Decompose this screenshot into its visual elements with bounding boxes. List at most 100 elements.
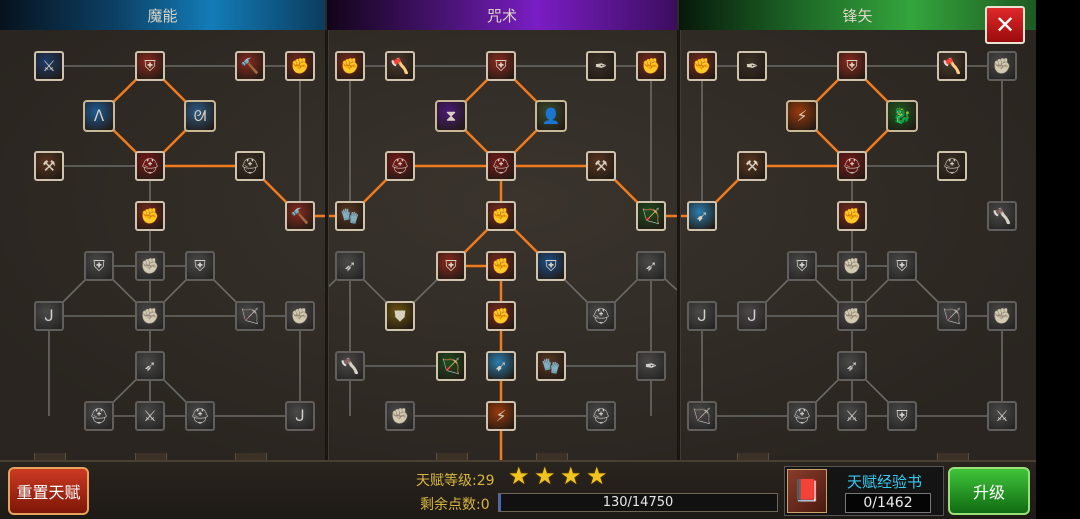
talent-node[interactable]: 👤 bbox=[535, 100, 567, 132]
talent-node[interactable]: 🔨 bbox=[285, 201, 315, 231]
talent-node[interactable]: ✊ bbox=[837, 201, 867, 231]
red-fist-icon: ✊ bbox=[842, 206, 862, 225]
xp-book-panel[interactable]: 📕 天赋经验书 0/1462 bbox=[784, 466, 944, 516]
talent-node[interactable]: ⛑ bbox=[837, 151, 867, 181]
talent-node[interactable]: ᐱ bbox=[83, 100, 115, 132]
talent-node[interactable]: 🐉 bbox=[886, 100, 918, 132]
talent-node[interactable]: ➶ bbox=[335, 251, 365, 281]
talent-node[interactable]: 🪓 bbox=[335, 351, 365, 381]
talent-node[interactable]: ✊ bbox=[335, 51, 365, 81]
talent-node[interactable]: 🏹 bbox=[937, 301, 967, 331]
tab-arrow[interactable]: 锋矢 bbox=[679, 0, 1036, 30]
talent-node[interactable]: ➶ bbox=[837, 351, 867, 381]
talent-node[interactable]: 🏹 bbox=[436, 351, 466, 381]
talent-node[interactable]: ⛨ bbox=[787, 251, 817, 281]
red-helm-icon: ⛑ bbox=[942, 156, 962, 175]
talent-node[interactable]: ᒍ bbox=[737, 301, 767, 331]
gold-armor-icon: ⛊ bbox=[394, 306, 406, 325]
crossed-blades-icon: ⚔ bbox=[845, 406, 859, 425]
talent-node[interactable]: ➹ bbox=[687, 201, 717, 231]
talent-node[interactable]: ⛑ bbox=[937, 151, 967, 181]
talent-node[interactable]: ⛨ bbox=[436, 251, 466, 281]
talent-node[interactable]: ⚔ bbox=[135, 401, 165, 431]
talent-node[interactable]: ⚔ bbox=[34, 51, 64, 81]
talent-node[interactable]: 🏹 bbox=[235, 301, 265, 331]
talent-node[interactable]: ⛑ bbox=[787, 401, 817, 431]
talent-node[interactable]: 🪓 bbox=[987, 201, 1017, 231]
talent-node[interactable]: ᒍ bbox=[34, 301, 64, 331]
talent-node[interactable]: ⛑ bbox=[486, 151, 516, 181]
talent-node[interactable]: ⛨ bbox=[887, 251, 917, 281]
dark-hook-icon: ᒍ bbox=[44, 306, 54, 325]
talent-node[interactable]: ✊ bbox=[636, 51, 666, 81]
wooden-club-icon: ⚒ bbox=[42, 156, 56, 175]
talent-node[interactable]: 🪓 bbox=[385, 51, 415, 81]
talent-node[interactable]: ⛨ bbox=[887, 401, 917, 431]
tab-curse[interactable]: 咒术 bbox=[327, 0, 677, 30]
talent-node[interactable]: ᘛ bbox=[184, 100, 216, 132]
red-hammer-icon: 🔨 bbox=[290, 206, 310, 225]
talent-node[interactable]: ✊ bbox=[135, 251, 165, 281]
talent-node[interactable]: ✊ bbox=[687, 51, 717, 81]
talent-node[interactable]: 🧤 bbox=[536, 351, 566, 381]
talent-node[interactable]: ✊ bbox=[987, 301, 1017, 331]
talent-node[interactable]: ⧗ bbox=[435, 100, 467, 132]
talent-node[interactable]: ✊ bbox=[285, 301, 315, 331]
talent-tree-area[interactable]: ⚔ ⛨ 🔨 ✊ ᐱ ᘛ ⚒ ⛑ ⛑ ✊ 🔨 ⛨ ✊ ⛨ ᒍ ✊ 🏹 ✊ ➶ ⛑ ⚔ ⛑ ᒍ ✊ 🪓 ⛨ ✒ ✊ ⧗ 👤 ⛑ ⛑ ⚒ 🧤 ✊ 🏹 ➶ ⛨ ✊ ⛨… bbox=[0, 30, 1036, 462]
talent-node[interactable]: ✒ bbox=[586, 51, 616, 81]
talent-node[interactable]: ✊ bbox=[837, 301, 867, 331]
talent-node[interactable]: ✊ bbox=[135, 201, 165, 231]
talent-node[interactable]: ⛨ bbox=[837, 51, 867, 81]
talent-node[interactable]: ⛊ bbox=[385, 301, 415, 331]
talent-node[interactable]: ⛑ bbox=[235, 151, 265, 181]
talent-node[interactable]: ✊ bbox=[486, 251, 516, 281]
talent-node[interactable]: 🪓 bbox=[937, 51, 967, 81]
talent-node[interactable]: ⛑ bbox=[135, 151, 165, 181]
talent-node[interactable]: ⛨ bbox=[536, 251, 566, 281]
talent-node[interactable]: ➶ bbox=[135, 351, 165, 381]
talent-node[interactable]: ⛨ bbox=[486, 51, 516, 81]
talent-node[interactable]: ⚔ bbox=[837, 401, 867, 431]
talent-node[interactable]: ✊ bbox=[385, 401, 415, 431]
talent-node[interactable]: ⛨ bbox=[185, 251, 215, 281]
talent-node[interactable]: ⛑ bbox=[586, 401, 616, 431]
talent-node[interactable]: ⛑ bbox=[84, 401, 114, 431]
talent-node[interactable]: ⚡ bbox=[786, 100, 818, 132]
progress-text: 130/14750 bbox=[602, 495, 674, 510]
upgrade-button[interactable]: 升级 bbox=[948, 467, 1030, 515]
talent-node[interactable]: ⛑ bbox=[586, 301, 616, 331]
talent-node[interactable]: ⛑ bbox=[185, 401, 215, 431]
close-button[interactable]: ✕ bbox=[985, 6, 1025, 44]
talent-node[interactable]: ᒍ bbox=[687, 301, 717, 331]
reset-talents-button[interactable]: 重置天赋 bbox=[8, 467, 89, 515]
talent-node[interactable]: ✊ bbox=[486, 201, 516, 231]
talent-node[interactable]: ➶ bbox=[636, 251, 666, 281]
talent-node[interactable]: ✊ bbox=[486, 301, 516, 331]
talent-node[interactable]: ✊ bbox=[987, 51, 1017, 81]
talent-node[interactable]: 🏹 bbox=[687, 401, 717, 431]
talent-node[interactable]: ⛨ bbox=[135, 51, 165, 81]
iron-fist-icon: ✊ bbox=[140, 306, 160, 325]
green-archer-icon: 🏹 bbox=[641, 206, 661, 225]
talent-node[interactable]: 🔨 bbox=[235, 51, 265, 81]
talent-node[interactable]: ✊ bbox=[285, 51, 315, 81]
talent-node[interactable]: ⚡ bbox=[486, 401, 516, 431]
talent-node[interactable]: ⚒ bbox=[34, 151, 64, 181]
talent-node[interactable]: ✒ bbox=[737, 51, 767, 81]
talent-node[interactable]: ᒍ bbox=[285, 401, 315, 431]
talent-node[interactable]: 🏹 bbox=[636, 201, 666, 231]
talent-node[interactable]: ✊ bbox=[135, 301, 165, 331]
talent-node[interactable]: ✒ bbox=[636, 351, 666, 381]
talent-node[interactable]: ➹ bbox=[486, 351, 516, 381]
talent-node[interactable]: ✊ bbox=[837, 251, 867, 281]
purple-hourglass-icon: ⧗ bbox=[445, 106, 457, 125]
talent-node[interactable]: ⛑ bbox=[385, 151, 415, 181]
talent-node[interactable]: 🧤 bbox=[335, 201, 365, 231]
talent-node[interactable]: ⚒ bbox=[586, 151, 616, 181]
tab-magic-energy[interactable]: 魔能 bbox=[0, 0, 325, 30]
talent-node[interactable]: ⚔ bbox=[987, 401, 1017, 431]
talent-node[interactable]: ⚒ bbox=[737, 151, 767, 181]
talent-node[interactable]: ⛨ bbox=[84, 251, 114, 281]
green-dragon-icon: 🐉 bbox=[892, 106, 912, 125]
stone-axe-icon: 🪓 bbox=[942, 56, 962, 75]
